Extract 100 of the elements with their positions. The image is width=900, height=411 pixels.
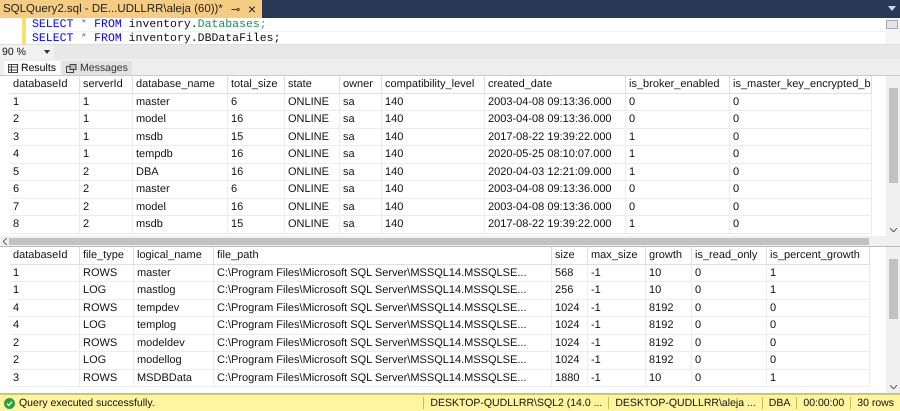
column-header[interactable]: owner [340, 76, 382, 94]
pin-icon[interactable]: ⊸ [230, 2, 240, 16]
success-check-icon [4, 398, 15, 408]
table-cell: master [133, 94, 228, 111]
table-cell: C:\Program Files\Microsoft SQL Server\MSSQL14.MSSQLSE... [214, 264, 552, 282]
table-cell: 140 [382, 164, 485, 181]
splitter-handle[interactable] [886, 20, 898, 29]
table-cell: sa [340, 111, 382, 128]
table-cell: 1024 [552, 334, 588, 352]
table-cell: 4 [10, 146, 80, 164]
column-header[interactable]: growth [646, 247, 692, 264]
scrollbar-thumb[interactable] [888, 88, 898, 183]
table-cell: 8 [10, 216, 80, 234]
table-cell: 8192 [646, 300, 692, 317]
table-cell: 6 [228, 94, 285, 111]
results-tab[interactable]: Results [4, 61, 60, 75]
table-cell: -1 [588, 334, 646, 352]
table-cell: 10 [646, 370, 692, 387]
table-cell: 1 [767, 282, 870, 300]
table-cell: 3 [10, 128, 80, 146]
table-cell: 1 [80, 111, 133, 128]
table-cell: 1024 [552, 352, 588, 370]
table-cell: tempdb [133, 146, 228, 164]
table-cell: 140 [382, 128, 485, 146]
table-cell: 16 [228, 164, 285, 181]
column-header[interactable]: databaseId [10, 247, 80, 264]
table-cell: ONLINE [285, 216, 340, 234]
table-cell: C:\Program Files\Microsoft SQL Server\MSSQL14.MSSQLSE... [214, 352, 552, 370]
table-cell: 0 [626, 198, 730, 216]
column-header[interactable]: file_type [80, 247, 134, 264]
scroll-down-icon[interactable] [890, 385, 896, 389]
caret-icon [44, 50, 50, 54]
table-cell: 8192 [646, 317, 692, 334]
table-cell: 1 [10, 94, 80, 111]
table-cell: sa [340, 216, 382, 234]
table-cell: 4 [10, 300, 80, 317]
column-header[interactable]: file_path [214, 247, 552, 264]
table-cell: 0 [730, 216, 872, 234]
results-tab[interactable]: Messages [62, 61, 132, 75]
scroll-down-icon[interactable] [890, 228, 896, 232]
column-header[interactable]: size [552, 247, 588, 264]
column-header[interactable]: compatibility_level [382, 76, 485, 94]
table-cell: 2017-08-22 19:39:22.000 [485, 216, 626, 234]
table-cell: ONLINE [285, 198, 340, 216]
table-cell: 1 [80, 128, 133, 146]
column-header[interactable]: total_size [228, 76, 285, 94]
table-cell: 6 [228, 181, 285, 198]
dropdown-icon[interactable] [888, 6, 896, 11]
document-tab[interactable]: SQLQuery2.sql - DE...UDLLRR\aleja (60))* ⊸ × [0, 0, 262, 18]
status-segment: DESKTOP-QUDLLRR\aleja ... [608, 397, 762, 409]
scroll-left-icon[interactable] [3, 238, 7, 244]
column-header[interactable]: database_name [133, 76, 228, 94]
table-cell: 1 [626, 216, 730, 234]
table-cell: 8192 [646, 334, 692, 352]
scrollbar-thumb[interactable] [9, 238, 869, 244]
table-cell: 2003-04-08 09:13:36.000 [485, 198, 626, 216]
table-cell: 16 [228, 111, 285, 128]
table-cell: 1 [626, 146, 730, 164]
column-header[interactable]: logical_name [134, 247, 214, 264]
table-cell: 0 [626, 111, 730, 128]
table-cell: ROWS [80, 300, 134, 317]
table-cell: 0 [626, 94, 730, 111]
table-cell: -1 [588, 317, 646, 334]
table-cell: -1 [588, 282, 646, 300]
column-header[interactable]: is_percent_growth [767, 247, 870, 264]
table-cell: sa [340, 128, 382, 146]
column-header[interactable]: max_size [588, 247, 646, 264]
table-cell: 140 [382, 198, 485, 216]
column-header[interactable]: is_broker_enabled [626, 76, 730, 94]
column-header[interactable]: is_master_key_encrypted_b [730, 76, 872, 94]
table-cell: 2020-05-25 08:10:07.000 [485, 146, 626, 164]
table-cell: mastlog [134, 282, 214, 300]
status-segment: DBA [762, 397, 796, 409]
table-cell: -1 [588, 370, 646, 387]
column-header[interactable]: serverId [80, 76, 133, 94]
table-cell: ROWS [80, 334, 134, 352]
table-cell: -1 [588, 352, 646, 370]
table-cell: 0 [692, 264, 767, 282]
table-cell: 15 [228, 128, 285, 146]
column-header[interactable]: is_read_only [692, 247, 767, 264]
table-cell: ROWS [80, 370, 134, 387]
scrollbar-thumb[interactable] [888, 259, 898, 319]
column-header[interactable]: databaseId [10, 76, 80, 94]
status-segment: 30 rows [850, 397, 900, 409]
table-cell: 2017-08-22 19:39:22.000 [485, 128, 626, 146]
table-cell: 1 [10, 282, 80, 300]
column-header[interactable]: created_date [485, 76, 626, 94]
zoom-dropdown[interactable]: 90 % [0, 45, 54, 59]
table-cell: MSDBData [134, 370, 214, 387]
table-cell: 2003-04-08 09:13:36.000 [485, 94, 626, 111]
table-cell: 2003-04-08 09:13:36.000 [485, 111, 626, 128]
close-icon[interactable]: × [248, 1, 256, 17]
table-cell: ONLINE [285, 146, 340, 164]
table-cell: 0 [730, 128, 872, 146]
table-cell: 2 [80, 216, 133, 234]
table-cell: ONLINE [285, 94, 340, 111]
document-title: SQLQuery2.sql - DE...UDLLRR\aleja (60))* [3, 3, 223, 15]
column-header[interactable]: state [285, 76, 340, 94]
table-cell: 0 [692, 370, 767, 387]
table-cell: 2 [80, 198, 133, 216]
